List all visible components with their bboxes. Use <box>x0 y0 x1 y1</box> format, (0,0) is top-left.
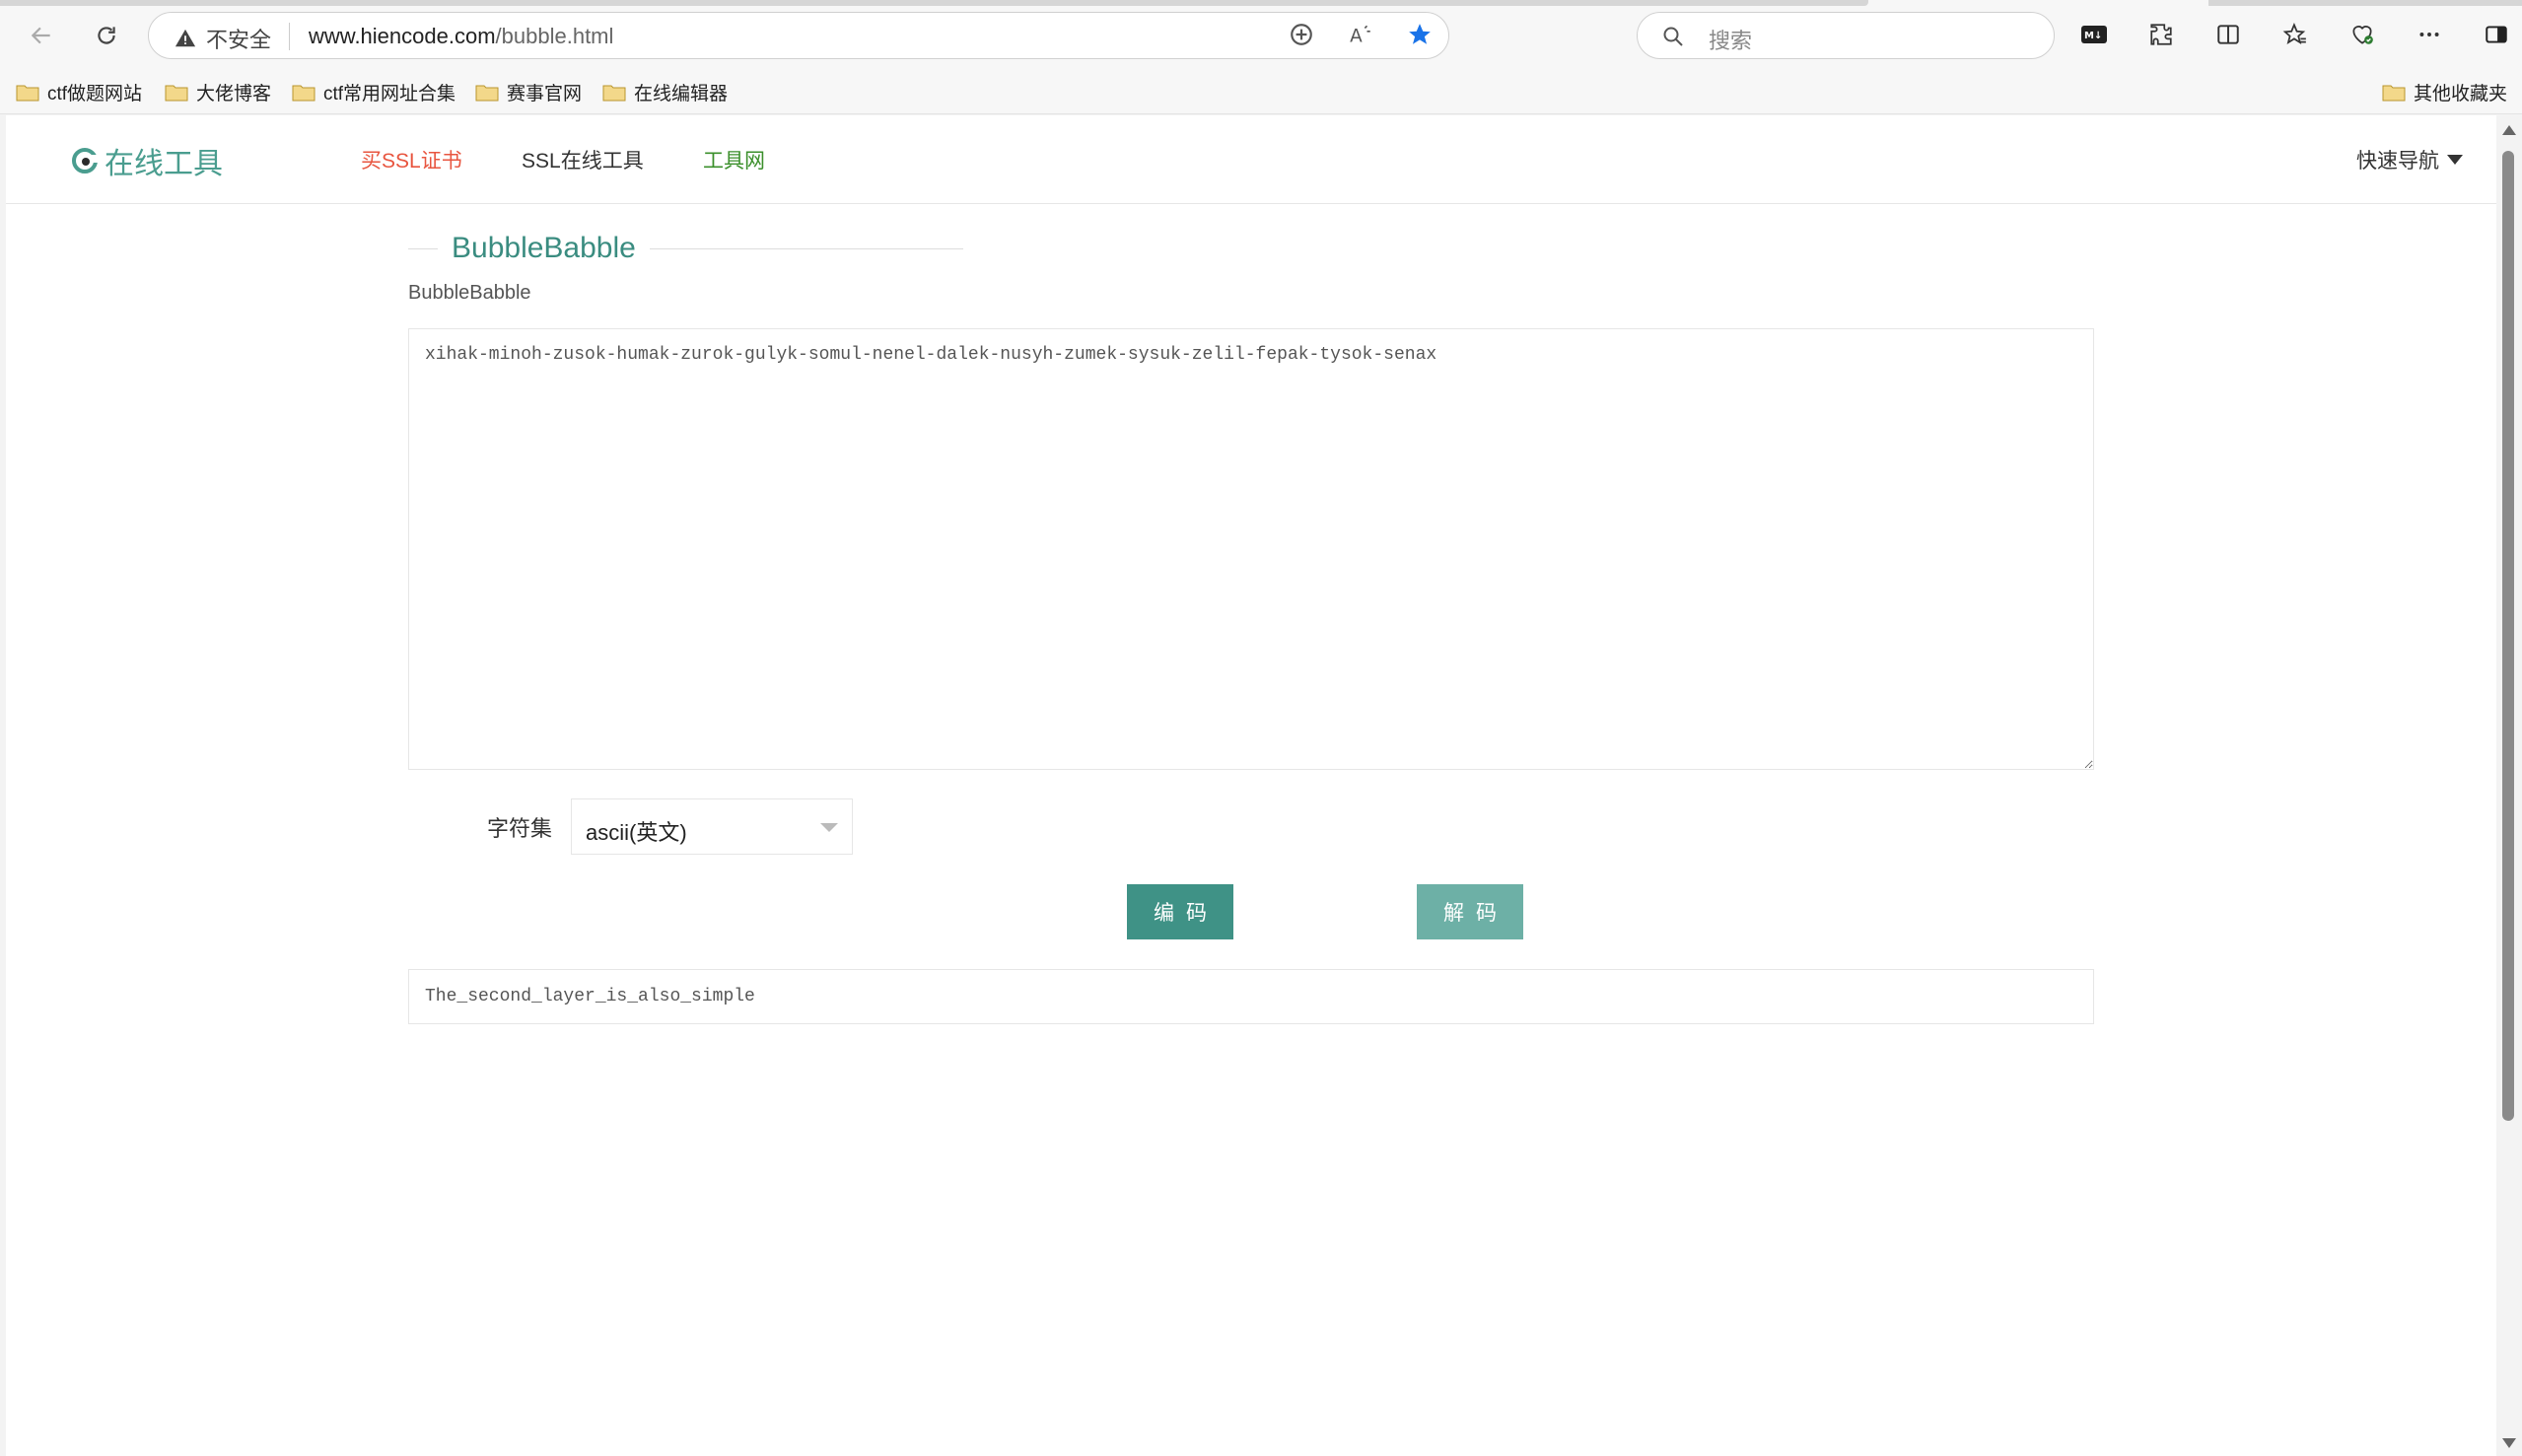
bookmark-folder-events[interactable]: 赛事官网 <box>475 79 582 105</box>
bookmark-folder-ctf-links[interactable]: ctf常用网址合集 <box>292 79 455 105</box>
svg-text:A: A <box>1350 27 1363 47</box>
bookmark-folder-blogs[interactable]: 大佬博客 <box>165 79 271 105</box>
tool-subtitle: BubbleBabble <box>408 282 531 304</box>
read-aloud-icon[interactable]: A <box>1348 22 1373 47</box>
back-button[interactable] <box>20 14 63 57</box>
logo-icon <box>72 148 99 173</box>
scroll-down-arrow-icon[interactable] <box>2502 1438 2516 1448</box>
folder-icon <box>475 85 499 101</box>
security-indicator[interactable]: 不安全 <box>175 23 271 54</box>
browser-window: 不安全 www.hiencode.com/bubble.html A 搜索 M↓ <box>0 0 2522 1456</box>
nav-tool-site[interactable]: 工具网 <box>703 145 765 174</box>
browser-essentials-icon[interactable] <box>2344 16 2381 53</box>
folder-icon <box>16 85 39 101</box>
url-text[interactable]: www.hiencode.com/bubble.html <box>309 24 613 49</box>
more-options-icon[interactable] <box>2411 16 2448 53</box>
browser-toolbar: 不安全 www.hiencode.com/bubble.html A 搜索 M↓ <box>0 0 2522 71</box>
page-scrollbar[interactable] <box>2496 115 2522 1456</box>
decode-button[interactable]: 解码 <box>1417 884 1523 939</box>
markdown-extension-icon[interactable]: M↓ <box>2075 16 2113 53</box>
url-divider <box>289 23 290 50</box>
nav-ssl-tools[interactable]: SSL在线工具 <box>522 145 644 174</box>
select-caret-icon <box>820 823 838 832</box>
bookmark-label: 其他收藏夹 <box>2414 84 2508 104</box>
url-path: /bubble.html <box>495 24 614 48</box>
scrollbar-thumb[interactable] <box>2502 151 2514 1121</box>
bookmark-label: 赛事官网 <box>507 84 583 104</box>
title-rule-right <box>649 247 963 249</box>
folder-icon <box>292 85 315 101</box>
encode-button[interactable]: 编码 <box>1127 884 1233 939</box>
quick-nav-label: 快速导航 <box>2356 150 2439 173</box>
bookmark-label: 在线编辑器 <box>634 84 729 104</box>
nav-buy-ssl[interactable]: 买SSL证书 <box>361 145 462 174</box>
reload-button[interactable] <box>85 14 128 57</box>
site-header: 在线工具 买SSL证书 SSL在线工具 工具网 快速导航 <box>6 115 2496 204</box>
bookmark-folder-ctf-sites[interactable]: ctf做题网站 <box>16 79 142 105</box>
caret-down-icon <box>2447 155 2463 165</box>
reload-icon <box>98 27 115 44</box>
favorite-star-icon[interactable] <box>1407 22 1433 47</box>
input-textarea[interactable]: xihak-minoh-zusok-humak-zurok-gulyk-somu… <box>408 328 2094 770</box>
browser-actions: M↓ <box>2075 16 2515 53</box>
search-placeholder: 搜索 <box>1709 29 1753 53</box>
title-rule-left <box>408 247 438 249</box>
address-bar-icons: A <box>1289 22 1433 47</box>
sidebar-toggle-icon[interactable] <box>2478 16 2515 53</box>
charset-selected-value: ascii(英文) <box>586 820 687 845</box>
bookmark-folder-editors[interactable]: 在线编辑器 <box>602 79 728 105</box>
section-title: BubbleBabble <box>408 232 963 265</box>
tab-strip <box>0 0 1868 6</box>
svg-text:M↓: M↓ <box>2084 31 2102 41</box>
bookmark-label: ctf做题网站 <box>47 84 143 104</box>
section-title-text: BubbleBabble <box>452 232 636 264</box>
bookmark-folder-other[interactable]: 其他收藏夹 <box>2382 79 2507 105</box>
search-icon <box>1663 27 1683 46</box>
output-field[interactable]: The_second_layer_is_also_simple <box>408 969 2094 1024</box>
search-box[interactable]: 搜索 <box>1637 12 2055 59</box>
address-bar[interactable]: 不安全 www.hiencode.com/bubble.html A <box>148 12 1449 59</box>
quick-nav-dropdown[interactable]: 快速导航 <box>2356 145 2463 174</box>
charset-select[interactable]: ascii(英文) <box>571 798 853 855</box>
security-label: 不安全 <box>206 28 272 52</box>
extensions-icon[interactable] <box>2142 16 2180 53</box>
charset-label: 字符集 <box>487 816 553 841</box>
split-screen-icon[interactable] <box>2209 16 2247 53</box>
page-viewport: 在线工具 买SSL证书 SSL在线工具 工具网 快速导航 BubbleBabbl… <box>6 115 2496 1456</box>
bookmarks-bar: ctf做题网站 大佬博客 ctf常用网址合集 赛事官网 在线编辑器 其他收藏夹 <box>0 71 2522 114</box>
folder-icon <box>165 85 188 101</box>
folder-icon <box>602 85 626 101</box>
back-arrow-icon <box>31 27 50 44</box>
tab-strip-right <box>2208 0 2522 6</box>
url-host: www.hiencode.com <box>309 24 496 48</box>
scroll-up-arrow-icon[interactable] <box>2502 125 2516 135</box>
folder-icon <box>2382 85 2406 101</box>
logo-text: 在线工具 <box>105 148 223 180</box>
bookmark-label: 大佬博客 <box>196 84 272 104</box>
favorites-icon[interactable] <box>2277 16 2314 53</box>
warning-icon <box>175 29 196 47</box>
bookmark-label: ctf常用网址合集 <box>323 84 456 104</box>
translate-icon[interactable] <box>1289 22 1314 47</box>
site-logo[interactable]: 在线工具 <box>71 139 223 182</box>
